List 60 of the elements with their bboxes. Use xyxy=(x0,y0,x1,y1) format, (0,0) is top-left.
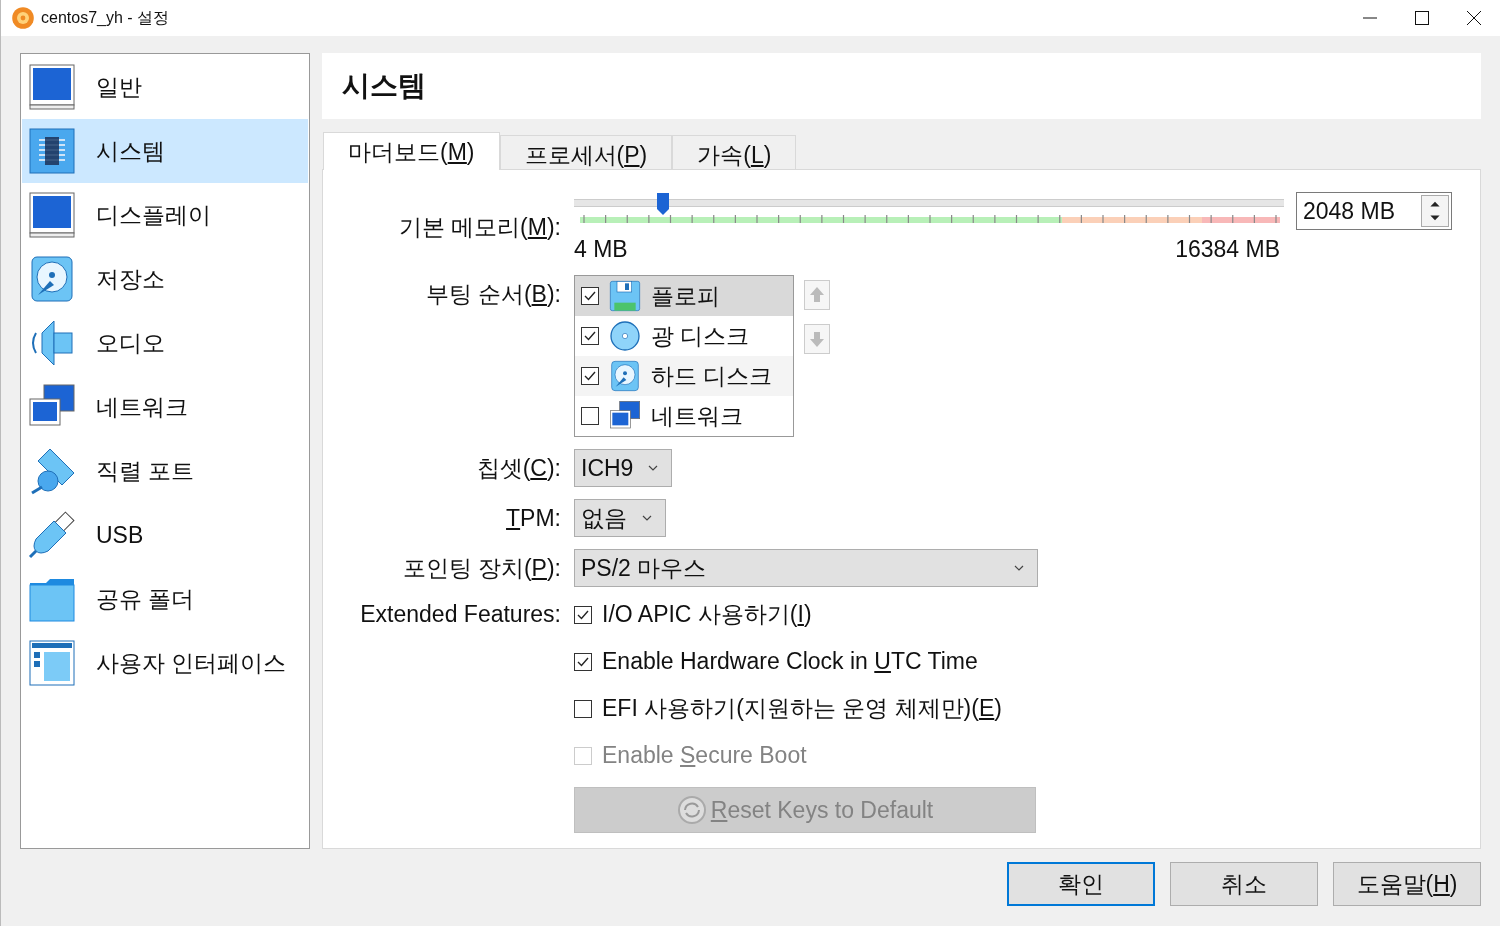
checkbox[interactable] xyxy=(574,605,592,624)
dialog-button[interactable]: 확인 xyxy=(1007,862,1155,906)
checkbox-label[interactable]: Enable Hardware Clock in UTC Time xyxy=(602,648,978,675)
field-label: TPM: xyxy=(506,504,561,532)
optical-disc-icon xyxy=(609,320,641,352)
sidebar-item[interactable]: 네트워크 xyxy=(22,375,308,439)
checkbox[interactable] xyxy=(581,407,599,425)
field-label: 기본 메모리(M): xyxy=(398,213,561,242)
checkbox[interactable] xyxy=(574,652,592,671)
checkbox[interactable] xyxy=(581,367,599,385)
checkbox[interactable] xyxy=(581,327,599,345)
page-title: 시스템 xyxy=(342,69,426,103)
checkbox-label[interactable]: EFI 사용하기(지원하는 운영 체제만)(E) xyxy=(602,693,1002,724)
window-title: centos7_yh - 설정 xyxy=(41,7,170,28)
sidebar-item[interactable]: 공유 폴더 xyxy=(22,567,308,631)
boot-device-item[interactable]: 광 디스크 xyxy=(575,316,793,356)
refresh-icon xyxy=(676,795,707,825)
monitors-icon xyxy=(609,400,641,432)
dialog-button[interactable]: 취소 xyxy=(1170,862,1318,906)
checkbox[interactable] xyxy=(574,699,592,718)
maximize-icon[interactable] xyxy=(1414,10,1430,26)
boot-device-item[interactable]: 하드 디스크 xyxy=(575,356,793,396)
sidebar-item[interactable]: 디스플레이 xyxy=(22,183,308,247)
sidebar-item[interactable]: 직렬 포트 xyxy=(22,439,308,503)
sidebar-item[interactable]: 사용자 인터페이스 xyxy=(22,631,308,695)
chevron-down-icon xyxy=(647,464,660,472)
checkbox[interactable] xyxy=(581,287,599,305)
sidebar-item[interactable]: 시스템 xyxy=(22,119,308,183)
sidebar-item[interactable]: USB xyxy=(22,503,308,567)
monitor-icon xyxy=(28,191,76,239)
window-layout-icon xyxy=(28,639,76,687)
usb-plug-icon xyxy=(28,511,76,559)
boot-device-item[interactable]: 네트워크 xyxy=(575,396,793,436)
sidebar-item[interactable]: 오디오 xyxy=(22,311,308,375)
dialog-button[interactable]: 도움말(H) xyxy=(1333,862,1481,906)
field-label: Extended Features: xyxy=(360,601,561,628)
spin-up-icon[interactable] xyxy=(1422,196,1448,211)
checkbox-label[interactable]: I/O APIC 사용하기(I) xyxy=(602,599,812,630)
memory-spinbox[interactable]: 2048 MB xyxy=(1296,192,1452,230)
sidebar-item[interactable]: 저장소 xyxy=(22,247,308,311)
chip-icon xyxy=(28,127,76,175)
tab[interactable]: 마더보드(M) xyxy=(323,132,500,170)
close-icon[interactable] xyxy=(1466,10,1482,26)
field-label: 부팅 순서(B): xyxy=(425,280,561,309)
tab[interactable]: 가속(L) xyxy=(672,135,797,169)
spin-down-icon[interactable] xyxy=(1422,211,1448,226)
tab[interactable]: 프로세서(P) xyxy=(499,135,673,169)
slider-thumb[interactable] xyxy=(655,192,670,216)
sidebar-item[interactable]: 일반 xyxy=(22,55,308,119)
chipset-dropdown[interactable]: ICH9 xyxy=(574,449,673,487)
chevron-down-icon xyxy=(641,514,653,522)
min-label: 4 MB xyxy=(574,236,628,263)
field-label: 포인팅 장치(P): xyxy=(402,553,561,583)
monitor-icon xyxy=(28,63,76,111)
chevron-down-icon xyxy=(1013,564,1025,572)
tpm-dropdown[interactable]: 없음 xyxy=(574,499,666,537)
pointing-device-dropdown[interactable]: PS/2 마우스 xyxy=(574,549,1038,587)
field-label: 칩셋(C): xyxy=(476,453,561,483)
max-label: 16384 MB xyxy=(1175,236,1280,263)
boot-device-item[interactable]: 플로피 xyxy=(575,276,793,316)
